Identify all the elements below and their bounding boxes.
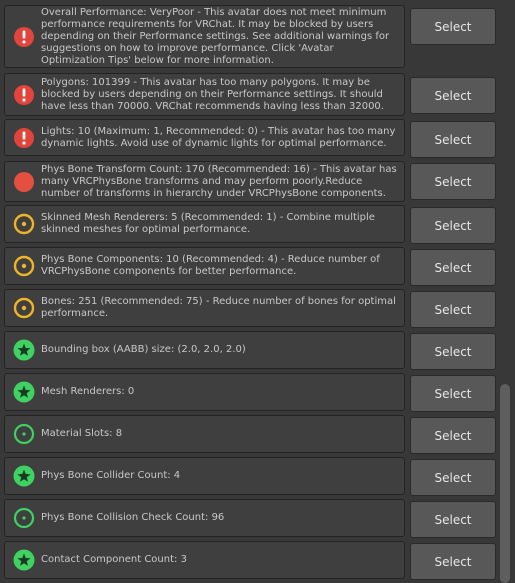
- select-button[interactable]: Select: [410, 207, 496, 244]
- medium-icon: [13, 213, 35, 235]
- performance-message: Phys Bone Components: 10 (Recommended: 4…: [41, 254, 380, 277]
- performance-message: Overall Performance: VeryPoor - This ava…: [41, 6, 390, 66]
- performance-row: Polygons: 101399 - This avatar has too m…: [4, 73, 405, 116]
- select-button[interactable]: Select: [410, 417, 496, 454]
- performance-message: Skinned Mesh Renderers: 5 (Recommended: …: [41, 212, 375, 235]
- star-icon: [13, 465, 35, 487]
- performance-message: Polygons: 101399 - This avatar has too m…: [41, 76, 384, 112]
- performance-row: Overall Performance: VeryPoor - This ava…: [4, 5, 405, 68]
- star-icon: [13, 549, 35, 571]
- select-button[interactable]: Select: [410, 291, 496, 328]
- select-button[interactable]: Select: [410, 249, 496, 286]
- medium-icon: [13, 297, 35, 319]
- scrollbar-thumb[interactable]: [500, 384, 510, 583]
- medium-icon: [13, 255, 35, 277]
- performance-row: Phys Bone Collider Count: 4: [4, 457, 405, 495]
- select-button[interactable]: Select: [410, 543, 496, 580]
- performance-row: Phys Bone Collision Check Count: 96: [4, 499, 405, 537]
- performance-message: Contact Component Count: 3: [41, 554, 187, 565]
- select-button[interactable]: Select: [410, 163, 496, 200]
- error-icon: [13, 84, 35, 106]
- select-button[interactable]: Select: [410, 375, 496, 412]
- poor-icon: [13, 171, 35, 193]
- performance-row: Skinned Mesh Renderers: 5 (Recommended: …: [4, 205, 405, 243]
- select-button[interactable]: Select: [410, 8, 496, 45]
- performance-message: Lights: 10 (Maximum: 1, Recommended: 0) …: [41, 125, 396, 149]
- performance-message: Bounding box (AABB) size: (2.0, 2.0, 2.0…: [41, 344, 246, 355]
- error-icon: [13, 127, 35, 149]
- select-button[interactable]: Select: [410, 333, 496, 370]
- performance-row: Mesh Renderers: 0: [4, 373, 405, 411]
- performance-message: Material Slots: 8: [41, 428, 123, 439]
- performance-message: Phys Bone Transform Count: 170 (Recommen…: [41, 163, 397, 199]
- select-button[interactable]: Select: [410, 501, 496, 538]
- star-icon: [13, 339, 35, 361]
- select-button[interactable]: Select: [410, 459, 496, 496]
- error-icon: [13, 26, 35, 48]
- performance-row: Bones: 251 (Recommended: 75) - Reduce nu…: [4, 289, 405, 327]
- performance-message: Mesh Renderers: 0: [41, 386, 135, 397]
- performance-row: Contact Component Count: 3: [4, 541, 405, 579]
- dot-icon: [13, 507, 35, 529]
- select-button[interactable]: Select: [410, 77, 496, 114]
- select-button[interactable]: Select: [410, 121, 496, 158]
- performance-row: Lights: 10 (Maximum: 1, Recommended: 0) …: [4, 119, 405, 156]
- performance-row: Material Slots: 8: [4, 415, 405, 453]
- star-icon: [13, 381, 35, 403]
- performance-row: Bounding box (AABB) size: (2.0, 2.0, 2.0…: [4, 331, 405, 369]
- performance-message: Phys Bone Collision Check Count: 96: [41, 512, 225, 523]
- dot-icon: [13, 423, 35, 445]
- performance-row: Phys Bone Components: 10 (Recommended: 4…: [4, 247, 405, 285]
- performance-row: Phys Bone Transform Count: 170 (Recommen…: [4, 161, 405, 202]
- performance-message: Phys Bone Collider Count: 4: [41, 470, 181, 481]
- performance-message: Bones: 251 (Recommended: 75) - Reduce nu…: [41, 296, 396, 319]
